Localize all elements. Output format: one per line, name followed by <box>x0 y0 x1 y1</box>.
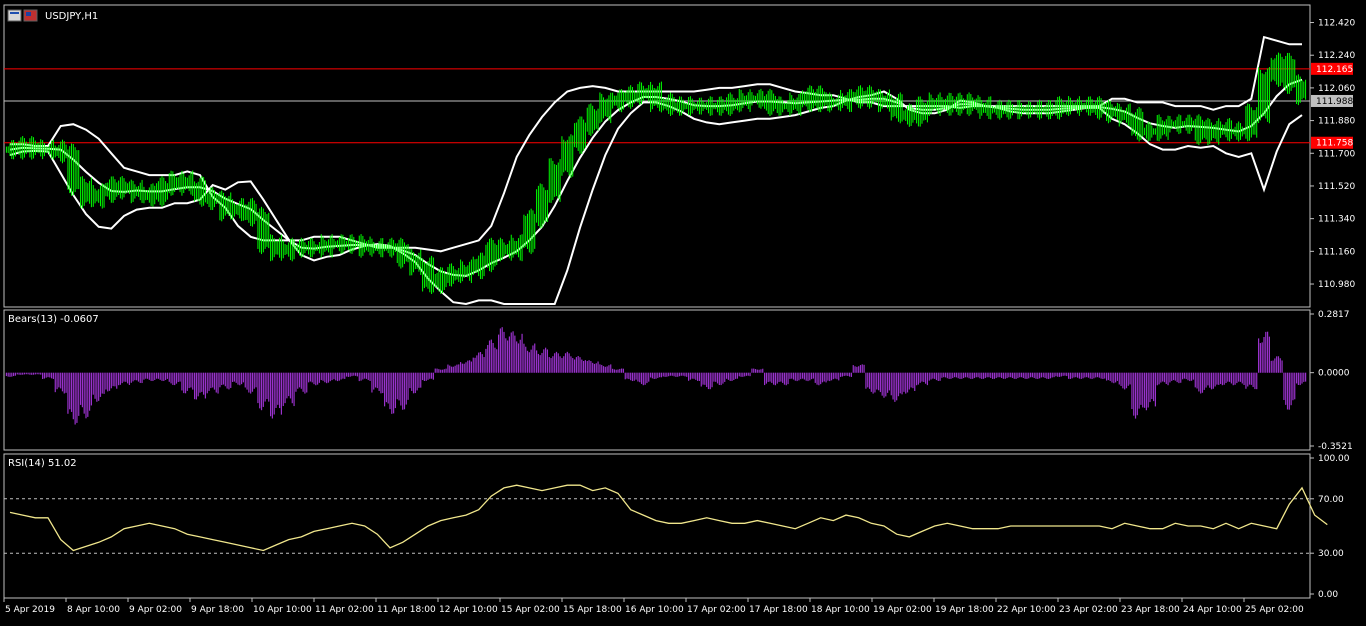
time-tick-label: 8 Apr 10:00 <box>67 605 120 615</box>
window-icon-bar <box>10 12 19 14</box>
price-tick-label: 111.160 <box>1318 247 1355 257</box>
price-label: 111.758 <box>1316 139 1353 149</box>
time-tick-label: 17 Apr 02:00 <box>687 605 746 615</box>
price-tick-label: 111.520 <box>1318 182 1355 192</box>
price-tick-label: 112.060 <box>1318 84 1355 94</box>
time-tick-label: 12 Apr 10:00 <box>439 605 498 615</box>
price-label: 112.165 <box>1316 65 1353 75</box>
price-label: 111.988 <box>1316 97 1353 107</box>
time-tick-label: 11 Apr 18:00 <box>377 605 436 615</box>
time-tick-label: 11 Apr 02:00 <box>315 605 374 615</box>
time-tick-label: 9 Apr 02:00 <box>129 605 182 615</box>
chart-canvas[interactable]: 112.165 111.758 111.988 112.420 112.240 112.… <box>0 0 1366 622</box>
time-tick-label: 23 Apr 02:00 <box>1059 605 1118 615</box>
time-tick-label: 19 Apr 18:00 <box>935 605 994 615</box>
time-tick-label: 19 Apr 02:00 <box>873 605 932 615</box>
bears-tick-label: 0.2817 <box>1318 310 1350 320</box>
price-tick-label: 111.880 <box>1318 117 1355 127</box>
price-tick-label: 110.980 <box>1318 280 1355 290</box>
rsi-tick-label: 100.00 <box>1318 454 1350 464</box>
time-tick-label: 18 Apr 10:00 <box>811 605 870 615</box>
time-tick-label: 23 Apr 18:00 <box>1121 605 1180 615</box>
price-chart-title: USDJPY,H1 <box>45 11 98 22</box>
time-tick-label: 24 Apr 10:00 <box>1183 605 1242 615</box>
time-tick-label: 5 Apr 2019 <box>5 605 55 615</box>
time-tick-label: 15 Apr 02:00 <box>501 605 560 615</box>
rsi-indicator-title: RSI(14) 51.02 <box>8 458 77 469</box>
price-tick-label: 112.240 <box>1318 51 1355 61</box>
time-tick-label: 16 Apr 10:00 <box>625 605 684 615</box>
bears-tick-label: 0.0000 <box>1318 369 1350 379</box>
bears-indicator-title: Bears(13) -0.0607 <box>8 314 99 325</box>
time-tick-label: 15 Apr 18:00 <box>563 605 622 615</box>
price-tick-label: 111.340 <box>1318 215 1355 225</box>
window-icon <box>7 9 22 22</box>
price-tick-label: 112.420 <box>1318 19 1355 29</box>
price-tick-label: 111.700 <box>1318 149 1355 159</box>
rsi-tick-label: 30.00 <box>1318 549 1344 559</box>
rsi-tick-label: 70.00 <box>1318 495 1344 505</box>
flag-icon-canton <box>26 12 31 16</box>
time-tick-label: 22 Apr 10:00 <box>997 605 1056 615</box>
time-tick-label: 10 Apr 10:00 <box>253 605 312 615</box>
time-tick-label: 9 Apr 18:00 <box>191 605 244 615</box>
rsi-tick-label: 0.00 <box>1318 590 1338 600</box>
time-tick-label: 25 Apr 02:00 <box>1245 605 1304 615</box>
bears-tick-label: -0.3521 <box>1318 442 1353 452</box>
time-tick-label: 17 Apr 18:00 <box>749 605 808 615</box>
